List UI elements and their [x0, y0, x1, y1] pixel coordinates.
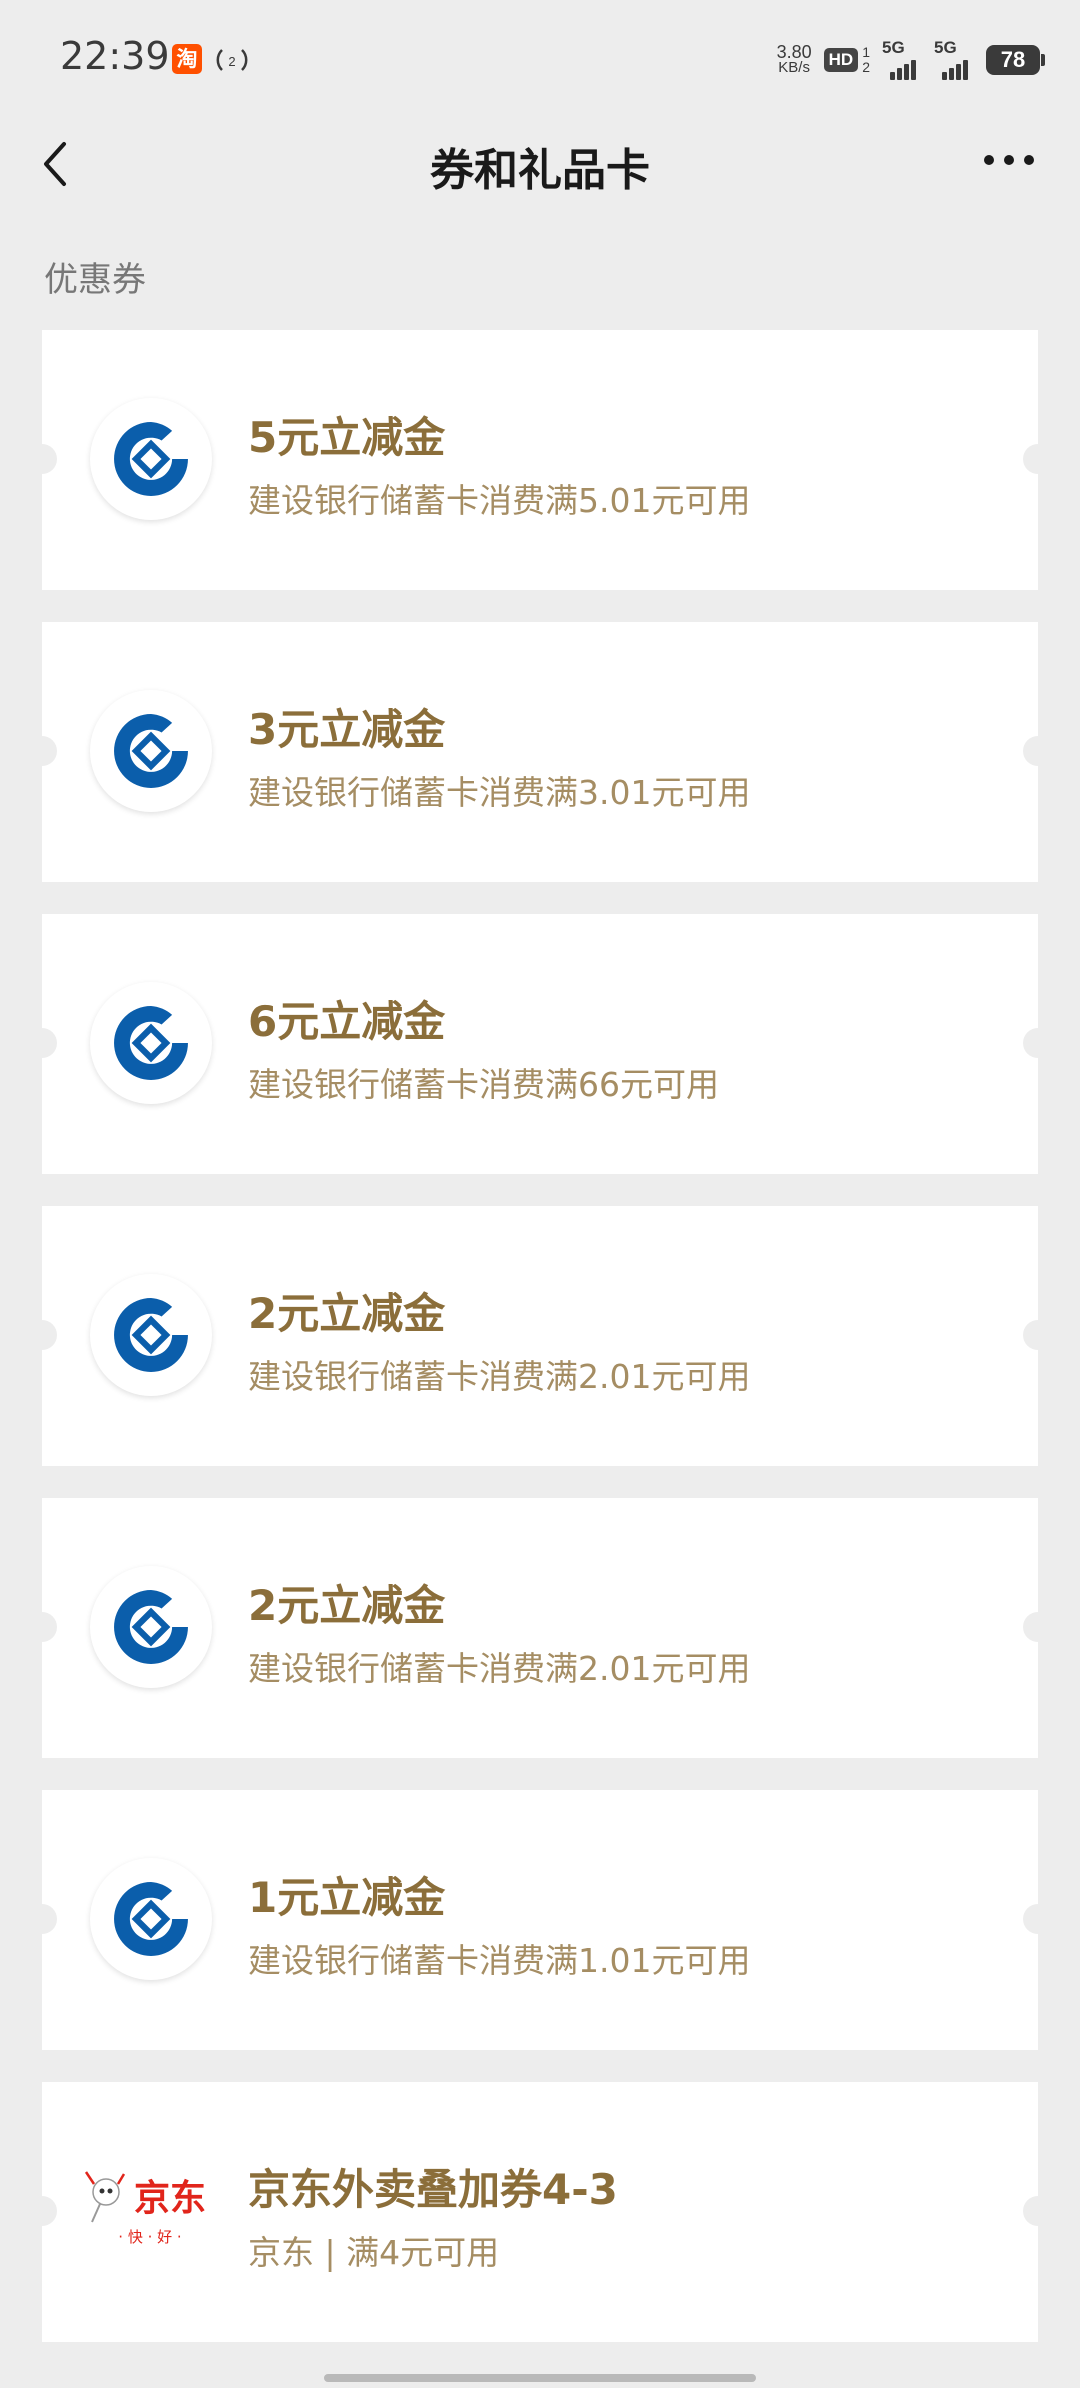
svg-text:2: 2: [228, 54, 235, 69]
network-speed: 3.80 KB/s: [776, 42, 812, 76]
dual-sim-indicator: 1 2: [862, 45, 870, 75]
ccb-bank-logo: [90, 690, 212, 812]
ticket-notch: [1023, 736, 1053, 766]
coupon-description: 建设银行储蓄卡消费满1.01元可用: [248, 1941, 751, 1980]
jd-icon: 京东 · 快 · 好 ·: [84, 2171, 206, 2246]
sim2-signal-icon: 5G: [934, 38, 970, 80]
coupon-description: 建设银行储蓄卡消费满3.01元可用: [248, 773, 751, 812]
jd-logo-slogan: · 快 · 好 ·: [118, 2228, 181, 2246]
coupon-card[interactable]: 京东 · 快 · 好 · 京东外卖叠加券4-3 京东 | 满4元可用: [27, 2082, 1053, 2342]
coupon-description: 建设银行储蓄卡消费满2.01元可用: [248, 1649, 751, 1688]
ccb-icon: [114, 1882, 188, 1956]
jd-mascot-icon: [84, 2171, 126, 2223]
sim-top: 1: [862, 44, 870, 60]
coupon-description: 建设银行储蓄卡消费满66元可用: [248, 1065, 719, 1104]
ccb-bank-logo: [90, 1566, 212, 1688]
sim-bottom: 2: [862, 59, 870, 75]
sim1-network-type: 5G: [882, 38, 905, 57]
battery-icon: 78: [986, 45, 1045, 75]
coupon-title: 1元立减金: [248, 1873, 446, 1922]
section-label-coupons: 优惠券: [44, 260, 146, 300]
status-indicators: 3.80 KB/s HD 1 2 5G 5G 78: [776, 38, 1045, 82]
coupon-list: 5元立减金 建设银行储蓄卡消费满5.01元可用 3元立减金 建设银行储蓄卡消费满…: [27, 330, 1053, 2374]
ccb-bank-logo: [90, 1274, 212, 1396]
hd-voice-badge: HD: [823, 48, 859, 72]
coupon-title: 5元立减金: [248, 413, 446, 462]
coupon-title: 京东外卖叠加券4-3: [248, 2165, 618, 2214]
ccb-icon: [114, 1590, 188, 1664]
ccb-bank-logo: [90, 398, 212, 520]
ticket-notch: [27, 736, 57, 766]
taobao-app-icon: 淘: [172, 44, 202, 74]
coupon-description: 建设银行储蓄卡消费满5.01元可用: [248, 481, 751, 520]
ticket-notch: [1023, 1320, 1053, 1350]
coupon-description: 京东 | 满4元可用: [248, 2233, 500, 2272]
coupon-title: 2元立减金: [248, 1289, 446, 1338]
ticket-notch: [1023, 444, 1053, 474]
ticket-notch: [27, 2196, 57, 2226]
sim1-signal-icon: 5G: [882, 38, 918, 80]
ticket-notch: [27, 1904, 57, 1934]
network-speed-value: 3.80: [776, 42, 812, 62]
ticket-notch: [1023, 1612, 1053, 1642]
page-title: 券和礼品卡: [430, 145, 650, 196]
status-time: 22:39: [60, 34, 170, 78]
jd-logo-text: 京东: [134, 2177, 206, 2219]
coupon-title: 6元立减金: [248, 997, 446, 1046]
nav-bar: 券和礼品卡: [0, 118, 1080, 208]
coupon-card[interactable]: 5元立减金 建设银行储蓄卡消费满5.01元可用: [27, 330, 1053, 590]
ccb-icon: [114, 422, 188, 496]
coupon-card[interactable]: 2元立减金 建设银行储蓄卡消费满2.01元可用: [27, 1206, 1053, 1466]
ticket-notch: [27, 1320, 57, 1350]
coupon-title: 2元立减金: [248, 1581, 446, 1630]
ccb-icon: [114, 714, 188, 788]
more-options-icon[interactable]: [982, 148, 1036, 172]
ticket-notch: [27, 1612, 57, 1642]
ccb-bank-logo: [90, 982, 212, 1104]
coupon-title: 3元立减金: [248, 705, 446, 754]
hotspot-icon: 2: [216, 49, 248, 71]
coupon-description: 建设银行储蓄卡消费满2.01元可用: [248, 1357, 751, 1396]
status-bar: 22:39 淘 2 3.80 KB/s HD 1 2 5G 5G 78: [0, 0, 1080, 118]
sim2-network-type: 5G: [934, 38, 957, 57]
ticket-notch: [1023, 2196, 1053, 2226]
ccb-icon: [114, 1298, 188, 1372]
coupon-card[interactable]: 3元立减金 建设银行储蓄卡消费满3.01元可用: [27, 622, 1053, 882]
ticket-notch: [1023, 1028, 1053, 1058]
ticket-notch: [27, 444, 57, 474]
home-indicator[interactable]: [324, 2374, 756, 2382]
ticket-notch: [1023, 1904, 1053, 1934]
coupon-card[interactable]: 2元立减金 建设银行储蓄卡消费满2.01元可用: [27, 1498, 1053, 1758]
ccb-icon: [114, 1006, 188, 1080]
ticket-notch: [27, 1028, 57, 1058]
coupon-card[interactable]: 1元立减金 建设银行储蓄卡消费满1.01元可用: [27, 1790, 1053, 2050]
network-speed-unit: KB/s: [778, 59, 810, 76]
ccb-bank-logo: [90, 1858, 212, 1980]
coupon-card[interactable]: 6元立减金 建设银行储蓄卡消费满66元可用: [27, 914, 1053, 1174]
